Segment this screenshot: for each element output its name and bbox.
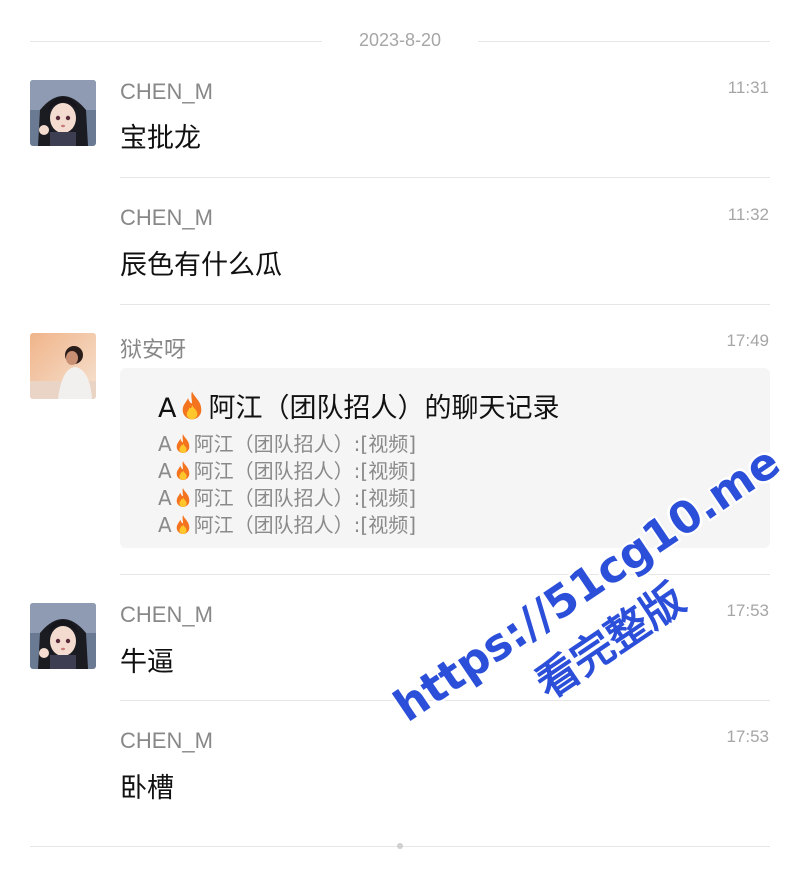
sender-name: 狱安呀 xyxy=(120,337,187,362)
record-line-text: 阿江（团队招人）:[视频] xyxy=(193,486,417,510)
scroll-dot xyxy=(397,843,403,849)
person-sunset-avatar[interactable] xyxy=(30,333,96,399)
message-time: 17:49 xyxy=(726,331,769,350)
record-line: A 阿江（团队招人）:[视频] xyxy=(158,509,416,538)
sender-name: CHEN_M xyxy=(120,728,213,753)
record-title-text: 阿江（团队招人）的聊天记录 xyxy=(208,393,560,424)
anime-girl-avatar[interactable] xyxy=(30,603,96,669)
message-time: 17:53 xyxy=(726,727,769,746)
anime-girl-avatar[interactable] xyxy=(30,80,96,146)
record-line: A 阿江（团队招人）:[视频] xyxy=(158,455,416,484)
separator-line-right xyxy=(478,41,770,42)
chat-record-title: A 阿江（团队招人）的聊天记录 xyxy=(158,386,559,425)
message-text[interactable]: 辰色有什么瓜 xyxy=(120,243,282,282)
fire-emoji-icon xyxy=(183,391,202,420)
message-divider xyxy=(120,177,770,178)
date-separator: 2023-8-20 xyxy=(30,28,770,54)
record-line-prefix: A xyxy=(158,432,172,456)
message-text[interactable]: 宝批龙 xyxy=(120,116,201,155)
fire-emoji-icon xyxy=(176,488,189,507)
record-line-text: 阿江（团队招人）:[视频] xyxy=(193,459,417,483)
record-line-text: 阿江（团队招人）:[视频] xyxy=(193,432,417,456)
sender-name: CHEN_M xyxy=(120,205,213,230)
message-text[interactable]: 牛逼 xyxy=(120,640,174,679)
message-time: 17:53 xyxy=(726,601,769,620)
record-line: A 阿江（团队招人）:[视频] xyxy=(158,482,416,511)
separator-line-left xyxy=(30,41,322,42)
message-divider xyxy=(120,304,770,305)
message-time: 11:31 xyxy=(727,78,769,97)
fire-emoji-icon xyxy=(176,461,189,480)
date-label: 2023-8-20 xyxy=(358,30,442,50)
record-line-prefix: A xyxy=(158,459,172,483)
message-time: 11:32 xyxy=(727,205,769,224)
fire-emoji-icon xyxy=(176,515,189,534)
message-divider xyxy=(120,700,770,701)
message-divider xyxy=(120,574,770,575)
sender-name: CHEN_M xyxy=(120,602,213,627)
sender-name: CHEN_M xyxy=(120,79,213,104)
watermark-caption: 看完整版 xyxy=(526,573,694,709)
record-title-prefix: A xyxy=(158,393,177,424)
record-line-prefix: A xyxy=(158,513,172,537)
record-line: A 阿江（团队招人）:[视频] xyxy=(158,428,416,457)
record-line-text: 阿江（团队招人）:[视频] xyxy=(193,513,417,537)
message-text[interactable]: 卧槽 xyxy=(120,766,174,805)
record-line-prefix: A xyxy=(158,486,172,510)
fire-emoji-icon xyxy=(176,434,189,453)
chat-record-card[interactable]: A 阿江（团队招人）的聊天记录 A 阿江（团队招人）:[视频] A 阿江（团队招人）:… xyxy=(120,368,770,548)
